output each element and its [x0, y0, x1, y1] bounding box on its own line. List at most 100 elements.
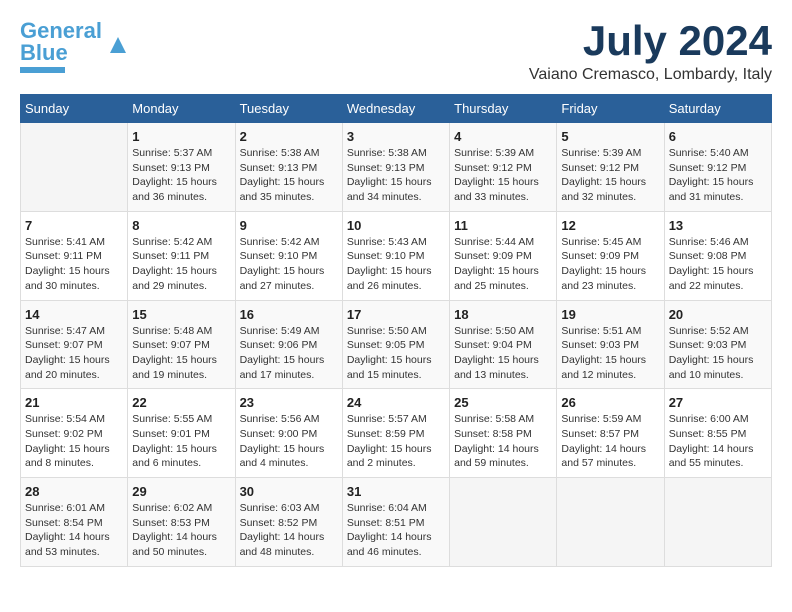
day-number: 7 — [25, 218, 123, 233]
column-header-thursday: Thursday — [450, 95, 557, 123]
day-info: Sunrise: 5:40 AM Sunset: 9:12 PM Dayligh… — [669, 146, 767, 205]
column-header-monday: Monday — [128, 95, 235, 123]
day-number: 20 — [669, 307, 767, 322]
day-number: 1 — [132, 129, 230, 144]
day-number: 13 — [669, 218, 767, 233]
calendar-cell: 8 Sunrise: 5:42 AM Sunset: 9:11 PM Daylig… — [128, 211, 235, 300]
location-subtitle: Vaiano Cremasco, Lombardy, Italy — [529, 66, 772, 84]
calendar-cell — [21, 123, 128, 212]
page-header: GeneralBlue July 2024 Vaiano Cremasco, L… — [20, 20, 772, 84]
calendar-cell: 7 Sunrise: 5:41 AM Sunset: 9:11 PM Daylig… — [21, 211, 128, 300]
day-info: Sunrise: 6:01 AM Sunset: 8:54 PM Dayligh… — [25, 501, 123, 560]
day-number: 26 — [561, 395, 659, 410]
calendar-cell: 1 Sunrise: 5:37 AM Sunset: 9:13 PM Daylig… — [128, 123, 235, 212]
month-year-title: July 2024 — [529, 20, 772, 62]
column-header-sunday: Sunday — [21, 95, 128, 123]
day-info: Sunrise: 5:49 AM Sunset: 9:06 PM Dayligh… — [240, 324, 338, 383]
column-header-friday: Friday — [557, 95, 664, 123]
day-number: 22 — [132, 395, 230, 410]
calendar-cell: 18Sunrise: 5:50 AM Sunset: 9:04 PM Dayli… — [450, 300, 557, 389]
column-header-saturday: Saturday — [664, 95, 771, 123]
day-info: Sunrise: 5:39 AM Sunset: 9:12 PM Dayligh… — [561, 146, 659, 205]
calendar-cell: 3 Sunrise: 5:38 AM Sunset: 9:13 PM Daylig… — [342, 123, 449, 212]
day-number: 19 — [561, 307, 659, 322]
calendar-cell: 17 Sunrise: 5:50 AM Sunset: 9:05 PM Dayli… — [342, 300, 449, 389]
day-info: Sunrise: 5:45 AM Sunset: 9:09 PM Dayligh… — [561, 235, 659, 294]
calendar-cell: 29Sunrise: 6:02 AM Sunset: 8:53 PM Dayli… — [128, 478, 235, 567]
day-number: 3 — [347, 129, 445, 144]
day-number: 8 — [132, 218, 230, 233]
day-info: Sunrise: 5:47 AM Sunset: 9:07 PM Dayligh… — [25, 324, 123, 383]
day-info: Sunrise: 5:57 AM Sunset: 8:59 PM Dayligh… — [347, 412, 445, 471]
calendar-cell: 27 Sunrise: 6:00 AM Sunset: 8:55 PM Dayli… — [664, 389, 771, 478]
calendar-cell: 26 Sunrise: 5:59 AM Sunset: 8:57 PM Dayli… — [557, 389, 664, 478]
day-info: Sunrise: 5:59 AM Sunset: 8:57 PM Dayligh… — [561, 412, 659, 471]
calendar-cell: 2 Sunrise: 5:38 AM Sunset: 9:13 PM Daylig… — [235, 123, 342, 212]
day-number: 18 — [454, 307, 552, 322]
day-info: Sunrise: 5:42 AM Sunset: 9:11 PM Dayligh… — [132, 235, 230, 294]
calendar-week-2: 7 Sunrise: 5:41 AM Sunset: 9:11 PM Daylig… — [21, 211, 772, 300]
title-area: July 2024 Vaiano Cremasco, Lombardy, Ita… — [529, 20, 772, 84]
calendar-cell: 25 Sunrise: 5:58 AM Sunset: 8:58 PM Dayli… — [450, 389, 557, 478]
calendar-week-1: 1 Sunrise: 5:37 AM Sunset: 9:13 PM Daylig… — [21, 123, 772, 212]
day-number: 2 — [240, 129, 338, 144]
calendar-cell: 30Sunrise: 6:03 AM Sunset: 8:52 PM Dayli… — [235, 478, 342, 567]
day-number: 23 — [240, 395, 338, 410]
day-number: 30 — [240, 484, 338, 499]
calendar-cell — [557, 478, 664, 567]
calendar-cell: 9Sunrise: 5:42 AM Sunset: 9:10 PM Daylig… — [235, 211, 342, 300]
day-info: Sunrise: 5:38 AM Sunset: 9:13 PM Dayligh… — [347, 146, 445, 205]
day-number: 28 — [25, 484, 123, 499]
day-number: 25 — [454, 395, 552, 410]
calendar-cell: 23 Sunrise: 5:56 AM Sunset: 9:00 PM Dayli… — [235, 389, 342, 478]
calendar-cell: 13Sunrise: 5:46 AM Sunset: 9:08 PM Dayli… — [664, 211, 771, 300]
day-info: Sunrise: 5:43 AM Sunset: 9:10 PM Dayligh… — [347, 235, 445, 294]
day-number: 14 — [25, 307, 123, 322]
day-info: Sunrise: 5:42 AM Sunset: 9:10 PM Dayligh… — [240, 235, 338, 294]
day-number: 11 — [454, 218, 552, 233]
calendar-table: SundayMondayTuesdayWednesdayThursdayFrid… — [20, 94, 772, 567]
calendar-cell — [450, 478, 557, 567]
calendar-cell: 28 Sunrise: 6:01 AM Sunset: 8:54 PM Dayli… — [21, 478, 128, 567]
day-info: Sunrise: 6:04 AM Sunset: 8:51 PM Dayligh… — [347, 501, 445, 560]
day-number: 21 — [25, 395, 123, 410]
day-info: Sunrise: 5:37 AM Sunset: 9:13 PM Dayligh… — [132, 146, 230, 205]
calendar-cell: 20 Sunrise: 5:52 AM Sunset: 9:03 PM Dayli… — [664, 300, 771, 389]
day-info: Sunrise: 5:50 AM Sunset: 9:05 PM Dayligh… — [347, 324, 445, 383]
day-number: 12 — [561, 218, 659, 233]
day-info: Sunrise: 5:44 AM Sunset: 9:09 PM Dayligh… — [454, 235, 552, 294]
calendar-week-4: 21Sunrise: 5:54 AM Sunset: 9:02 PM Dayli… — [21, 389, 772, 478]
day-info: Sunrise: 6:00 AM Sunset: 8:55 PM Dayligh… — [669, 412, 767, 471]
day-info: Sunrise: 5:51 AM Sunset: 9:03 PM Dayligh… — [561, 324, 659, 383]
calendar-cell: 10 Sunrise: 5:43 AM Sunset: 9:10 PM Dayli… — [342, 211, 449, 300]
day-number: 24 — [347, 395, 445, 410]
calendar-cell: 6 Sunrise: 5:40 AM Sunset: 9:12 PM Daylig… — [664, 123, 771, 212]
day-number: 27 — [669, 395, 767, 410]
calendar-cell: 16Sunrise: 5:49 AM Sunset: 9:06 PM Dayli… — [235, 300, 342, 389]
calendar-cell: 12 Sunrise: 5:45 AM Sunset: 9:09 PM Dayli… — [557, 211, 664, 300]
calendar-cell: 14 Sunrise: 5:47 AM Sunset: 9:07 PM Dayli… — [21, 300, 128, 389]
day-number: 6 — [669, 129, 767, 144]
day-info: Sunrise: 5:52 AM Sunset: 9:03 PM Dayligh… — [669, 324, 767, 383]
calendar-cell: 15Sunrise: 5:48 AM Sunset: 9:07 PM Dayli… — [128, 300, 235, 389]
day-info: Sunrise: 5:58 AM Sunset: 8:58 PM Dayligh… — [454, 412, 552, 471]
calendar-cell: 11 Sunrise: 5:44 AM Sunset: 9:09 PM Dayli… — [450, 211, 557, 300]
day-info: Sunrise: 5:56 AM Sunset: 9:00 PM Dayligh… — [240, 412, 338, 471]
column-header-wednesday: Wednesday — [342, 95, 449, 123]
day-number: 5 — [561, 129, 659, 144]
day-number: 4 — [454, 129, 552, 144]
calendar-cell: 5 Sunrise: 5:39 AM Sunset: 9:12 PM Daylig… — [557, 123, 664, 212]
calendar-cell: 4 Sunrise: 5:39 AM Sunset: 9:12 PM Daylig… — [450, 123, 557, 212]
day-info: Sunrise: 5:41 AM Sunset: 9:11 PM Dayligh… — [25, 235, 123, 294]
logo-text: GeneralBlue — [20, 20, 102, 64]
day-number: 15 — [132, 307, 230, 322]
day-info: Sunrise: 6:02 AM Sunset: 8:53 PM Dayligh… — [132, 501, 230, 560]
day-info: Sunrise: 5:38 AM Sunset: 9:13 PM Dayligh… — [240, 146, 338, 205]
calendar-cell — [664, 478, 771, 567]
calendar-week-5: 28 Sunrise: 6:01 AM Sunset: 8:54 PM Dayli… — [21, 478, 772, 567]
day-number: 17 — [347, 307, 445, 322]
column-header-tuesday: Tuesday — [235, 95, 342, 123]
day-number: 10 — [347, 218, 445, 233]
logo-icon — [106, 33, 130, 57]
day-info: Sunrise: 5:39 AM Sunset: 9:12 PM Dayligh… — [454, 146, 552, 205]
